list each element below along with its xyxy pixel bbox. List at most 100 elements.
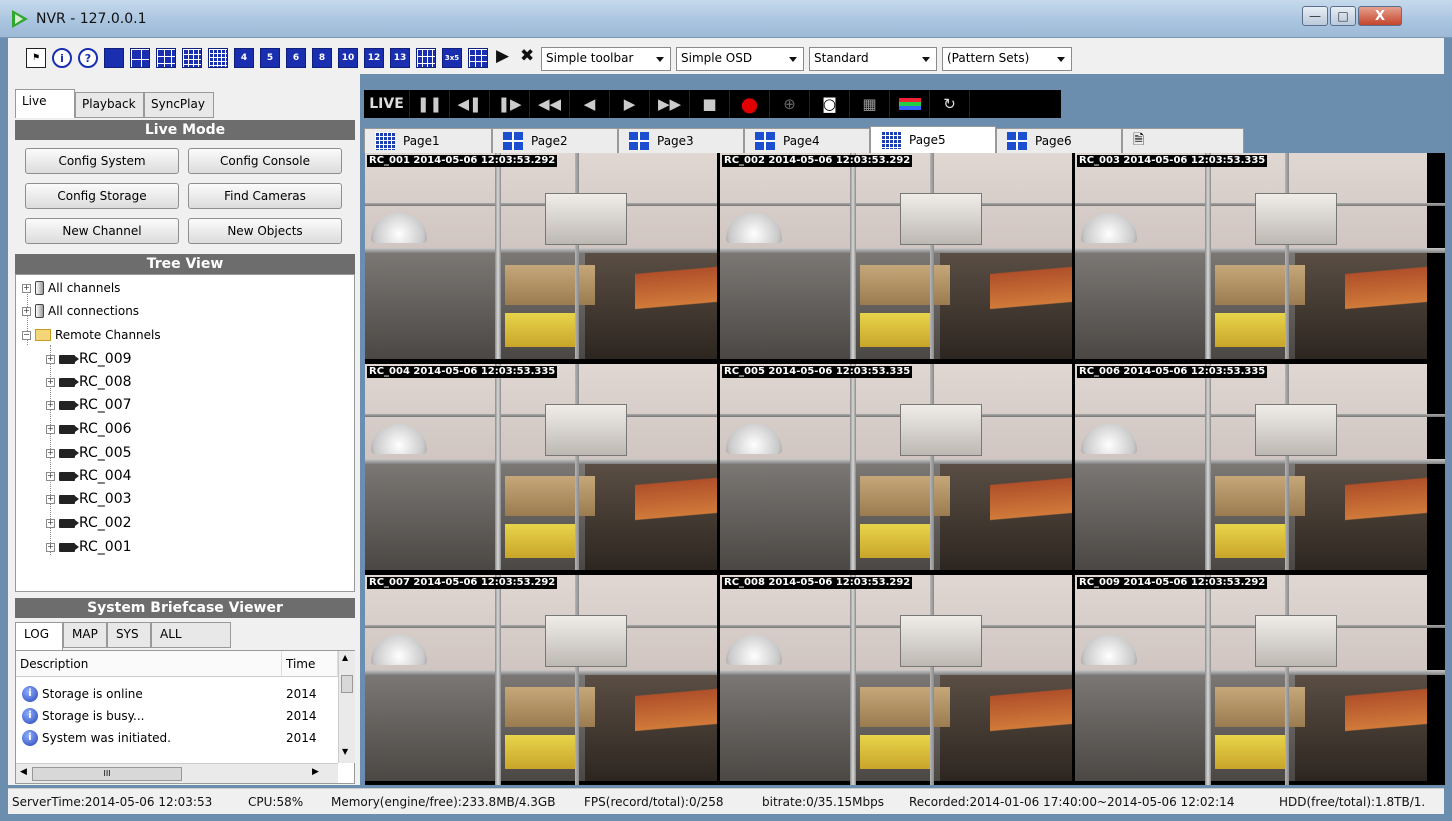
tab-all[interactable]: ALL — [151, 622, 231, 648]
layout-4-alt-icon[interactable]: 4 — [234, 48, 254, 68]
config-storage-button[interactable]: Config Storage — [25, 183, 179, 209]
layout-6-icon[interactable]: 6 — [286, 48, 306, 68]
color-adjust-icon[interactable] — [890, 90, 930, 118]
toolbar-mode-select[interactable]: Simple toolbar — [541, 47, 671, 71]
layout-8-icon[interactable]: 8 — [312, 48, 332, 68]
tree-item-channel[interactable]: + RC_002 — [46, 512, 132, 534]
hscroll-thumb[interactable]: III — [32, 767, 182, 781]
layout-5-icon[interactable]: 5 — [260, 48, 280, 68]
play-icon[interactable]: ▶ — [610, 90, 650, 118]
layout-13-icon[interactable]: 13 — [390, 48, 410, 68]
stop-sequence-icon[interactable]: ✖ — [520, 46, 534, 66]
new-page-tab[interactable]: 🗎 — [1122, 128, 1244, 153]
layout-4-icon[interactable] — [130, 48, 150, 68]
horizontal-scrollbar[interactable]: ◀ III ▶ — [16, 763, 338, 783]
column-time[interactable]: Time — [282, 651, 338, 677]
tree-item-all-connections[interactable]: + All connections — [22, 300, 139, 322]
scroll-thumb[interactable] — [341, 675, 353, 693]
expand-icon[interactable]: + — [46, 542, 55, 552]
layout-16-icon[interactable] — [182, 48, 202, 68]
tree-item-channel[interactable]: + RC_001 — [46, 536, 132, 558]
tree-item-channel[interactable]: + RC_009 — [46, 348, 132, 370]
new-objects-button[interactable]: New Objects — [188, 218, 342, 244]
expand-icon[interactable]: + — [46, 377, 55, 387]
fast-forward-icon[interactable]: ▶▶ — [650, 90, 690, 118]
vertical-scrollbar[interactable]: ▲ ▼ — [338, 651, 355, 763]
layout-grid-icon[interactable] — [416, 48, 436, 68]
step-back-icon[interactable]: ◀❚ — [450, 90, 490, 118]
play-sequence-icon[interactable]: ▶ — [496, 46, 509, 66]
expand-icon[interactable]: + — [46, 471, 55, 481]
run-icon[interactable]: ⚑ — [26, 48, 46, 68]
maximize-button[interactable]: □ — [1330, 6, 1356, 26]
find-cameras-button[interactable]: Find Cameras — [188, 183, 342, 209]
expand-icon[interactable]: + — [46, 424, 55, 434]
layout-12-icon[interactable]: 12 — [364, 48, 384, 68]
tab-page4[interactable]: Page4 — [744, 128, 870, 153]
pattern-sets-select[interactable]: (Pattern Sets) — [942, 47, 1072, 71]
step-forward-icon[interactable]: ❚▶ — [490, 90, 530, 118]
log-row[interactable]: i System was initiated. 2014 — [22, 727, 338, 749]
column-description[interactable]: Description — [16, 651, 282, 677]
camera-tile[interactable]: RC_008 2014-05-06 12:03:53.292 — [720, 575, 1072, 785]
camera-tile[interactable]: RC_006 2014-05-06 12:03:53.335 — [1075, 364, 1445, 570]
expand-icon[interactable]: + — [46, 494, 55, 504]
layout-3x5-icon[interactable]: 3x5 — [442, 48, 462, 68]
tab-page2[interactable]: Page2 — [492, 128, 618, 153]
quality-select[interactable]: Standard — [809, 47, 937, 71]
tree-item-channel[interactable]: + RC_005 — [46, 442, 132, 464]
zoom-icon[interactable]: ⊕ — [770, 90, 810, 118]
tab-live[interactable]: Live — [15, 89, 75, 118]
expand-icon[interactable]: + — [46, 448, 55, 458]
tree-item-all-channels[interactable]: + All channels — [22, 277, 120, 299]
pause-icon[interactable]: ❚❚ — [410, 90, 450, 118]
tree-item-remote-channels[interactable]: − Remote Channels — [22, 324, 161, 346]
reverse-play-icon[interactable]: ◀ — [570, 90, 610, 118]
camera-tile[interactable]: RC_002 2014-05-06 12:03:53.292 — [720, 153, 1072, 359]
camera-tile[interactable]: RC_009 2014-05-06 12:03:53.292 — [1075, 575, 1445, 785]
refresh-icon[interactable]: ↻ — [930, 90, 970, 118]
expand-icon[interactable]: + — [46, 518, 55, 528]
tab-page1[interactable]: Page1 — [364, 128, 492, 153]
scroll-left-icon[interactable]: ◀ — [20, 767, 27, 777]
tab-log[interactable]: LOG — [15, 622, 63, 650]
expand-icon[interactable]: + — [22, 306, 31, 316]
record-icon[interactable]: ● — [730, 90, 770, 118]
tab-page3[interactable]: Page3 — [618, 128, 744, 153]
camera-tile[interactable]: RC_003 2014-05-06 12:03:53.335 — [1075, 153, 1445, 359]
tree-item-channel[interactable]: + RC_008 — [46, 371, 132, 393]
layout-9-icon[interactable] — [156, 48, 176, 68]
layout-10-icon[interactable]: 10 — [338, 48, 358, 68]
tree-item-channel[interactable]: + RC_007 — [46, 394, 132, 416]
fast-rewind-icon[interactable]: ◀◀ — [530, 90, 570, 118]
expand-icon[interactable]: + — [46, 354, 55, 364]
tab-page5[interactable]: Page5 — [870, 126, 996, 153]
tree-item-channel[interactable]: + RC_003 — [46, 488, 132, 510]
minimize-button[interactable]: — — [1302, 6, 1328, 26]
tab-map[interactable]: MAP — [63, 622, 107, 648]
collapse-icon[interactable]: − — [22, 330, 31, 340]
new-channel-button[interactable]: New Channel — [25, 218, 179, 244]
tab-playback[interactable]: Playback — [75, 92, 144, 118]
osd-mode-select[interactable]: Simple OSD — [676, 47, 804, 71]
layout-1-icon[interactable] — [104, 48, 124, 68]
config-console-button[interactable]: Config Console — [188, 148, 342, 174]
scroll-down-icon[interactable]: ▼ — [342, 747, 348, 756]
camera-tile[interactable]: RC_004 2014-05-06 12:03:53.335 — [365, 364, 717, 570]
config-system-button[interactable]: Config System — [25, 148, 179, 174]
log-row[interactable]: i Storage is online 2014 — [22, 683, 338, 705]
scroll-up-icon[interactable]: ▲ — [342, 653, 348, 662]
info-icon[interactable]: i — [52, 48, 72, 68]
tab-sys[interactable]: SYS — [107, 622, 151, 648]
title-bar[interactable]: NVR - 127.0.0.1 — □ X — [0, 0, 1452, 38]
camera-tile[interactable]: RC_007 2014-05-06 12:03:53.292 — [365, 575, 717, 785]
snapshot-icon[interactable]: ◙ — [810, 90, 850, 118]
layout-custom-icon[interactable] — [468, 48, 488, 68]
help-icon[interactable]: ? — [78, 48, 98, 68]
tab-syncplay[interactable]: SyncPlay — [144, 92, 214, 118]
expand-icon[interactable]: + — [46, 400, 55, 410]
grid-icon[interactable]: ▦ — [850, 90, 890, 118]
tree-item-channel[interactable]: + RC_006 — [46, 418, 132, 440]
camera-tile[interactable]: RC_005 2014-05-06 12:03:53.335 — [720, 364, 1072, 570]
expand-icon[interactable]: + — [22, 283, 31, 293]
